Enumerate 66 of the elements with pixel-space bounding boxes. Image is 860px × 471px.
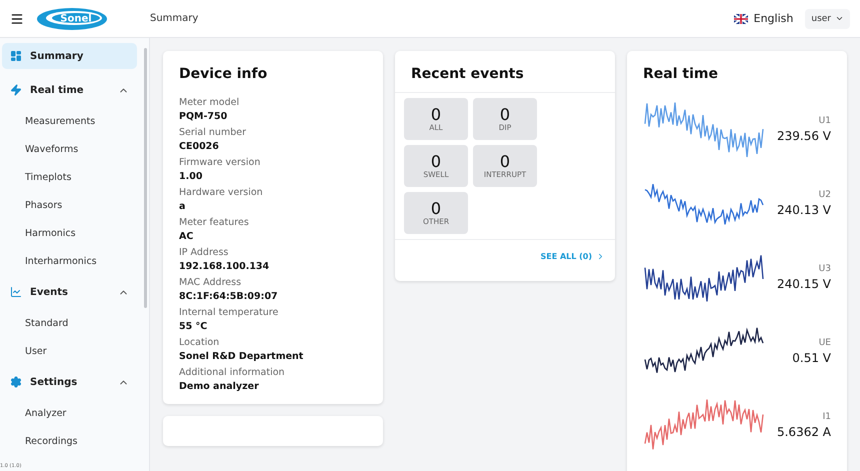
- event-count: 0: [500, 152, 510, 170]
- event-count: 0: [500, 106, 510, 124]
- channel-name: U1: [818, 116, 831, 126]
- card-title: Recent events: [410, 65, 525, 84]
- field-value: 192.168.100.134: [179, 261, 270, 272]
- event-count: 0: [430, 200, 442, 218]
- event-count: 0: [430, 106, 442, 124]
- user-menu-button[interactable]: user: [805, 8, 850, 28]
- field-label: Meter features: [179, 217, 250, 228]
- field-label: Hardware version: [179, 187, 264, 198]
- page-title: Summary: [150, 13, 200, 24]
- channel-reading: 240.15 V: [776, 276, 831, 290]
- field-value: Sonel R&D Department: [179, 351, 304, 362]
- field-value: 1.00: [179, 171, 204, 182]
- sidebar-item[interactable]: Summary: [2, 43, 137, 69]
- language-label: English: [754, 12, 794, 25]
- event-count: 0: [430, 152, 442, 170]
- field-value: PQM-750: [179, 111, 228, 122]
- field-label: Serial number: [179, 127, 247, 138]
- card-title: Device info: [178, 65, 268, 84]
- channel-name: UE: [818, 338, 831, 348]
- card-title: Real time: [642, 65, 719, 84]
- field-value: AC: [179, 231, 194, 242]
- field-value: 8C:1F:64:5B:09:07: [179, 291, 279, 302]
- chevron-down-icon: [835, 14, 844, 23]
- field-label: MAC Address: [179, 277, 242, 288]
- field-value: 55 °C: [179, 321, 208, 332]
- field-label: IP Address: [179, 247, 230, 258]
- lightning-icon: [10, 84, 22, 96]
- channel-reading: 5.6362 A: [776, 424, 831, 438]
- channel-name: I1: [822, 412, 831, 422]
- sidebar-subitem[interactable]: Phasors: [2, 191, 137, 219]
- channel-name: U3: [818, 264, 831, 274]
- field-label: Additional information: [179, 367, 286, 378]
- language-selector[interactable]: English: [734, 12, 794, 25]
- sidebar-subitem[interactable]: Harmonics: [2, 219, 137, 247]
- chevron-right-icon: [596, 252, 605, 261]
- channel-reading: 240.13 V: [776, 202, 831, 216]
- line-chart-icon: [10, 286, 22, 298]
- logo-icon: Sonel: [36, 6, 108, 30]
- field-value: CE0026: [179, 141, 220, 152]
- field-label: Internal temperature: [179, 307, 280, 318]
- field-value: Demo analyzer: [179, 381, 260, 392]
- menu-icon[interactable]: [10, 12, 24, 26]
- sidebar-subitem[interactable]: Standard: [2, 309, 137, 337]
- sidebar-item[interactable]: Events: [2, 275, 137, 309]
- sidebar-subitem[interactable]: Measurements: [2, 107, 137, 135]
- sidebar-item[interactable]: Real time: [2, 73, 137, 107]
- sidebar-item[interactable]: Settings: [2, 365, 137, 399]
- sidebar-subitem[interactable]: Analyzer: [2, 399, 137, 427]
- field-label: Firmware version: [179, 157, 262, 168]
- sidebar-subitem[interactable]: Waveforms: [2, 135, 137, 163]
- sidebar-subitem[interactable]: Recordings: [2, 427, 137, 455]
- scrollbar-thumb[interactable]: [144, 48, 146, 308]
- sidebar-subitem[interactable]: Timeplots: [2, 163, 137, 191]
- channel-name: U2: [818, 190, 831, 200]
- field-label: Meter model: [179, 97, 240, 108]
- sidebar-subitem[interactable]: Interharmonics: [2, 247, 137, 275]
- channel-reading: 0.51 V: [792, 350, 831, 364]
- dashboard-icon: [10, 50, 22, 62]
- channel-reading: 239.56 V: [776, 128, 831, 142]
- flag-icon: [734, 14, 748, 24]
- field-label: Location: [179, 337, 220, 348]
- sidebar-subitem[interactable]: User: [2, 337, 137, 365]
- field-value: a: [179, 201, 186, 212]
- settings-icon: [10, 376, 22, 388]
